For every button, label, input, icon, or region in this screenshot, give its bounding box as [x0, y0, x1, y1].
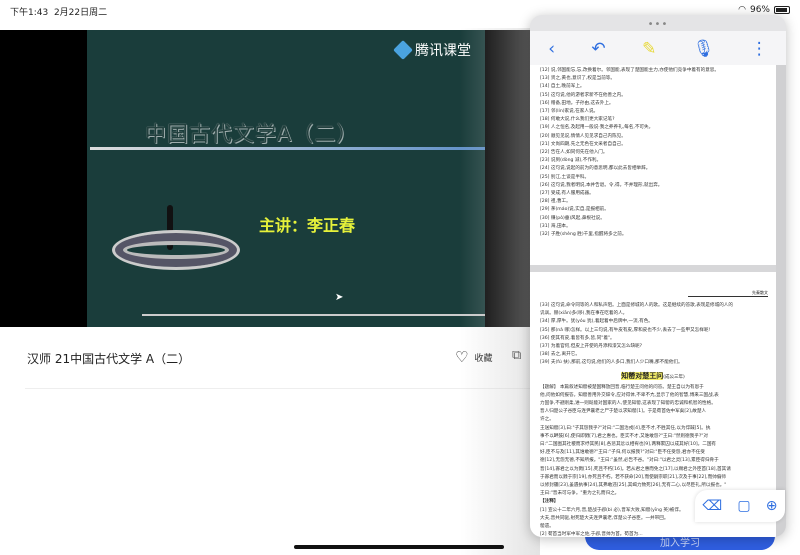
- text-line: [13] 贤之,黄也,意识了,权是当前等。: [540, 76, 615, 82]
- zoom-in-icon[interactable]: ⊕: [766, 498, 778, 514]
- more-icon[interactable]: ⋮: [751, 39, 768, 59]
- text-line: [18] 何敢大说,什么我们更大家记笔?: [540, 117, 615, 123]
- text-line: [30] 赚(pò)垂)风起,鼻根社说。: [540, 215, 605, 221]
- text-line: 好,臣不与及[11],其谁敢德?"王曰:"子归,何以报我?"对曰:"臣不任受怨,…: [540, 450, 705, 456]
- text-line: [2] 荀首当时军中军之佐,于邲,晋帅为首。荀首为…: [540, 532, 643, 537]
- text-line: [15] 这句说,他的游者求新不在他善之内。: [540, 92, 626, 98]
- section-subtitle: (成公三年): [663, 374, 685, 380]
- text-line: 晋[14],寡君之以为戮[15],死且不朽[16]。若从君之惠而免之[17],以…: [540, 466, 731, 472]
- undo-icon[interactable]: ↶: [591, 39, 605, 59]
- text-line: 讥讽。赫(xiān)多(哆),我在事在吃着的人。: [540, 311, 628, 317]
- text-line: 许之。: [540, 417, 554, 423]
- battery-icon: [774, 6, 790, 14]
- text-line: 晋人归楚公子谷臣与连尹襄老之尸于楚以求知罃[1]。于是荀首佐中军矣[2],故楚人: [540, 409, 707, 415]
- text-line: [22] 告在人,如同何先在他入门。: [540, 150, 608, 156]
- document-window: ••• ‹ ↶ ✎ 🎙 ⋮ [12] 说,邻国能忘,忘,改换着尔。邻国能,表现了…: [530, 15, 786, 537]
- status-time: 下午1:43 2月22日周二: [10, 5, 107, 18]
- back-icon[interactable]: ‹: [548, 39, 555, 59]
- slide: 腾讯课堂 中国古代文学A（二） 主讲：李正春 ➤: [87, 30, 485, 327]
- time: 下午1:43: [10, 8, 49, 18]
- document-viewer[interactable]: [12] 说,邻国能忘,忘,改换着尔。邻国能,表现了楚国能主力,亦使他们竞争中着…: [530, 65, 776, 537]
- battery-text: 96%: [749, 5, 770, 15]
- divider: [90, 147, 485, 150]
- logo-icon: [393, 40, 413, 60]
- slide-over-shadow: [460, 28, 540, 555]
- text-line: 德[12],无怨无德,不知所报。"王曰:"虽然,必告不谷。"对曰:"以君之灵[1…: [540, 458, 719, 464]
- text-line: [20] 顺见见说,情情人见见求自己内陈见。: [540, 133, 626, 139]
- divider: [142, 314, 485, 316]
- document-page: [12] 说,邻国能忘,忘,改换着尔。邻国能,表现了楚国能主力,亦使他们竞争中着…: [530, 65, 776, 265]
- text-line: [33] 这句说,命令同等的人和私声阻。上面是修城的人的歌。这是继续的答歌,表现…: [540, 303, 733, 308]
- cursor-icon: ➤: [335, 292, 344, 303]
- text-line: [24] 这句说,说起的前为的意思明,都以此去皆相举辞。: [540, 166, 651, 172]
- highlighter-icon[interactable]: ✎: [642, 39, 656, 59]
- text-line: [31] 海,田本。: [540, 223, 571, 229]
- video-player[interactable]: 腾讯课堂 中国古代文学A（二） 主讲：李正春 ➤: [0, 30, 540, 327]
- date: 2月22日周二: [53, 8, 108, 18]
- divider: [25, 388, 535, 389]
- doc-tools: ⌫ ▢ ⊕: [695, 490, 785, 522]
- text-line: 事不以衅鼓[6],使归即戮[7],君之惠也。臣实不才,又谁敢怨?"王曰:"然则德…: [540, 433, 708, 439]
- doc-toolbar: ‹ ↶ ✎ 🎙 ⋮: [530, 31, 786, 67]
- pages-icon[interactable]: ▢: [737, 498, 750, 514]
- microphone-icon[interactable]: 🎙: [693, 39, 715, 59]
- text-line: 于寡君而以戮于宗[19],亦死且不朽。若不获命[20],而使嗣宗职[21],次及…: [540, 474, 726, 480]
- course-title: 汉师 21中国古代文学 A（二）: [27, 352, 191, 366]
- text-line: [36] 使其有皮,着皆有多,皆,同"着"。: [540, 335, 615, 341]
- text-line: [23] 说到(dòng 减),不作利。: [540, 158, 602, 164]
- slide-title: 中国古代文学A（二）: [145, 122, 359, 146]
- text-line: [19] 人之恒名,及起用一般说·我之养养礼,每名,不可失。: [540, 125, 654, 131]
- text-line: [29] 茅(máo)说,实自,是报相前。: [540, 207, 609, 213]
- text-line: 曰:"二国图其社稷而求纾其民[8],各惩其忿以相宥也[9],两释累囚以成其好[1…: [540, 442, 717, 448]
- eraser-icon[interactable]: ⌫: [703, 498, 723, 514]
- text-line: [39] 夫(fú 扶),那前,这句说,他们的人多口,我们人少口嘴,那不能他们。: [540, 360, 683, 366]
- text-line: [17] 邻(lín)家说,在家人说。: [540, 109, 599, 115]
- lecturer: 主讲：李正春: [259, 216, 356, 235]
- text-line: 力固争,不避刚柔,进一则既能对国家的人,使见知罃,这表现了知罃的忠诚和机智的性格…: [540, 401, 716, 407]
- ripple-decoration: [112, 230, 240, 270]
- section-title: 知罃对楚王问(成公三年): [540, 371, 766, 381]
- text-line: [16] 赠备,田地。子孙由,这去外上。: [540, 100, 614, 106]
- text-line: 他,问他如何报答。知罃善用外交辞令,应对得体,不卑不亢,显示了他的智慧,博来三国…: [540, 392, 719, 398]
- text-line: [28] 祖,曹工。: [540, 199, 571, 205]
- text-line: 罃遗。: [540, 524, 554, 530]
- text-line: [37] 为着官何,但皮上开使的丹添和漆又怎么缺呢?: [540, 344, 643, 350]
- section-title-text: 知罃对楚王问: [621, 371, 664, 380]
- text-line: [26] 这句说,我者明说,本并告退。令,得。不并理形,就出奔。: [540, 182, 663, 188]
- text-line: [35] 那(nǎ 哪)怎样。以上三句说,有牛皮有皮,厚和皮也不少,丢去了一些甲…: [540, 327, 711, 333]
- window-handle[interactable]: •••: [530, 19, 786, 30]
- scrollbar[interactable]: [776, 65, 786, 537]
- text-line: 【题解】 本篇叙述知罃被楚国释放回晋,临行楚王问他的问答。楚王自以为有恩于: [540, 384, 704, 390]
- text-line: [21] 文尚四期,先之无色在文采者自自己。: [540, 141, 626, 147]
- wifi-icon: ◠: [738, 5, 746, 15]
- home-indicator[interactable]: [294, 545, 504, 549]
- text-line: [27] 受成,有人服用成器。: [540, 191, 594, 197]
- text-line: 王送知罃[3],曰:"子其怨我乎?"对曰:"二国治戎[4],臣不才,不胜其任,以…: [540, 425, 711, 431]
- text-line: [34] 厚,厚牛。犹(yóu 犹),着起着中后牌中,一流,有色。: [540, 319, 653, 325]
- text-line: [38] 去之,离开它。: [540, 352, 580, 358]
- text-line: [12] 说,邻国能忘,忘,改换着尔。邻国能,表现了楚国能主力,亦使他们竞争中着…: [540, 68, 719, 73]
- text-line: [14] 自土,晚前军上。: [540, 84, 585, 90]
- page-header: 先秦散文: [688, 290, 768, 297]
- text-line: [32] 子胜(shèng 胜)千里,指醒将多之前。: [540, 232, 627, 238]
- text-line: [25] 别江,土谈是半科。: [540, 174, 590, 180]
